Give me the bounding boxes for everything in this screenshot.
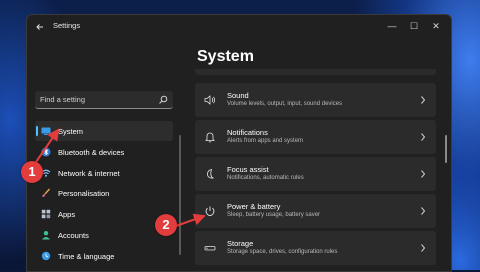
bell-icon xyxy=(205,132,215,143)
time-language-icon xyxy=(41,251,51,260)
card-power-battery[interactable]: Power & battery Sleep, battery usage, ba… xyxy=(195,194,436,228)
power-icon xyxy=(205,206,215,216)
card-sound[interactable]: Sound Volume levels, output, input, soun… xyxy=(195,83,436,117)
sidebar-item-system[interactable]: System xyxy=(35,121,173,141)
sidebar-item-network[interactable]: Network & internet xyxy=(35,163,173,183)
personalisation-icon xyxy=(42,188,51,198)
sidebar-item-label: Apps xyxy=(58,210,76,220)
card-subtitle: Volume levels, output, input, sound devi… xyxy=(227,101,343,107)
minimize-button[interactable]: — xyxy=(383,18,401,34)
speaker-icon xyxy=(204,95,216,105)
apps-icon xyxy=(41,209,51,219)
moon-icon xyxy=(207,168,215,179)
sidebar-scrollbar[interactable] xyxy=(179,135,181,255)
title-bar: Settings — ☐ ✕ xyxy=(27,15,451,39)
storage-icon xyxy=(204,246,216,251)
system-icon xyxy=(41,127,51,135)
chevron-right-icon xyxy=(421,96,426,104)
chevron-right-icon xyxy=(421,133,426,141)
maximize-button[interactable]: ☐ xyxy=(405,18,423,34)
settings-window: Settings — ☐ ✕ System Bluetooth & device… xyxy=(26,14,452,272)
search-icon[interactable] xyxy=(158,95,168,105)
app-title: Settings xyxy=(53,21,81,30)
card-focus-assist[interactable]: Focus assist Notifications, automatic ru… xyxy=(195,157,436,191)
sidebar-item-label: Time & language xyxy=(58,251,115,261)
back-button[interactable] xyxy=(33,20,47,34)
sidebar-nav: System Bluetooth & devices Network & int… xyxy=(35,121,173,267)
active-indicator xyxy=(36,126,38,136)
card-title: Focus assist xyxy=(227,165,269,174)
sidebar-item-label: Bluetooth & devices xyxy=(58,147,125,157)
card-title: Notifications xyxy=(227,128,268,137)
page-title: System xyxy=(197,48,254,65)
annotation-badge-2: 2 xyxy=(155,214,177,236)
card-subtitle: Alerts from apps and system xyxy=(227,138,304,144)
card-subtitle: Notifications, automatic rules xyxy=(227,175,304,181)
card-partial[interactable] xyxy=(195,69,436,75)
chevron-right-icon xyxy=(421,207,426,215)
card-storage[interactable]: Storage Storage space, drives, configura… xyxy=(195,231,436,265)
sidebar-item-bluetooth[interactable]: Bluetooth & devices xyxy=(35,142,173,162)
sidebar-item-apps[interactable]: Apps xyxy=(35,204,173,224)
card-notifications[interactable]: Notifications Alerts from apps and syste… xyxy=(195,120,436,154)
card-subtitle: Storage space, drives, configuration rul… xyxy=(227,249,338,255)
search-input[interactable] xyxy=(40,93,150,106)
sidebar-item-time-language[interactable]: Time & language xyxy=(35,246,173,266)
annotation-badge-1: 1 xyxy=(21,161,43,183)
card-title: Sound xyxy=(227,91,249,100)
sidebar-item-label: Accounts xyxy=(58,230,89,240)
search-box[interactable] xyxy=(35,91,173,109)
back-arrow-icon xyxy=(36,24,43,30)
sidebar-item-personalisation[interactable]: Personalisation xyxy=(35,183,173,203)
chevron-right-icon xyxy=(421,244,426,252)
card-title: Power & battery xyxy=(227,202,281,211)
settings-list: Sound Volume levels, output, input, soun… xyxy=(195,69,437,271)
card-title: Storage xyxy=(227,239,254,248)
sidebar-item-label: Personalisation xyxy=(58,189,110,199)
card-subtitle: Sleep, battery usage, battery saver xyxy=(227,212,321,218)
sidebar-item-label: Network & internet xyxy=(58,168,120,178)
chevron-right-icon xyxy=(421,170,426,178)
accounts-icon xyxy=(42,230,50,240)
bluetooth-icon xyxy=(41,147,51,157)
sidebar-item-accounts[interactable]: Accounts xyxy=(35,225,173,245)
sidebar-item-label: System xyxy=(58,127,84,136)
close-button[interactable]: ✕ xyxy=(427,18,445,34)
content-scrollbar[interactable] xyxy=(445,135,447,163)
